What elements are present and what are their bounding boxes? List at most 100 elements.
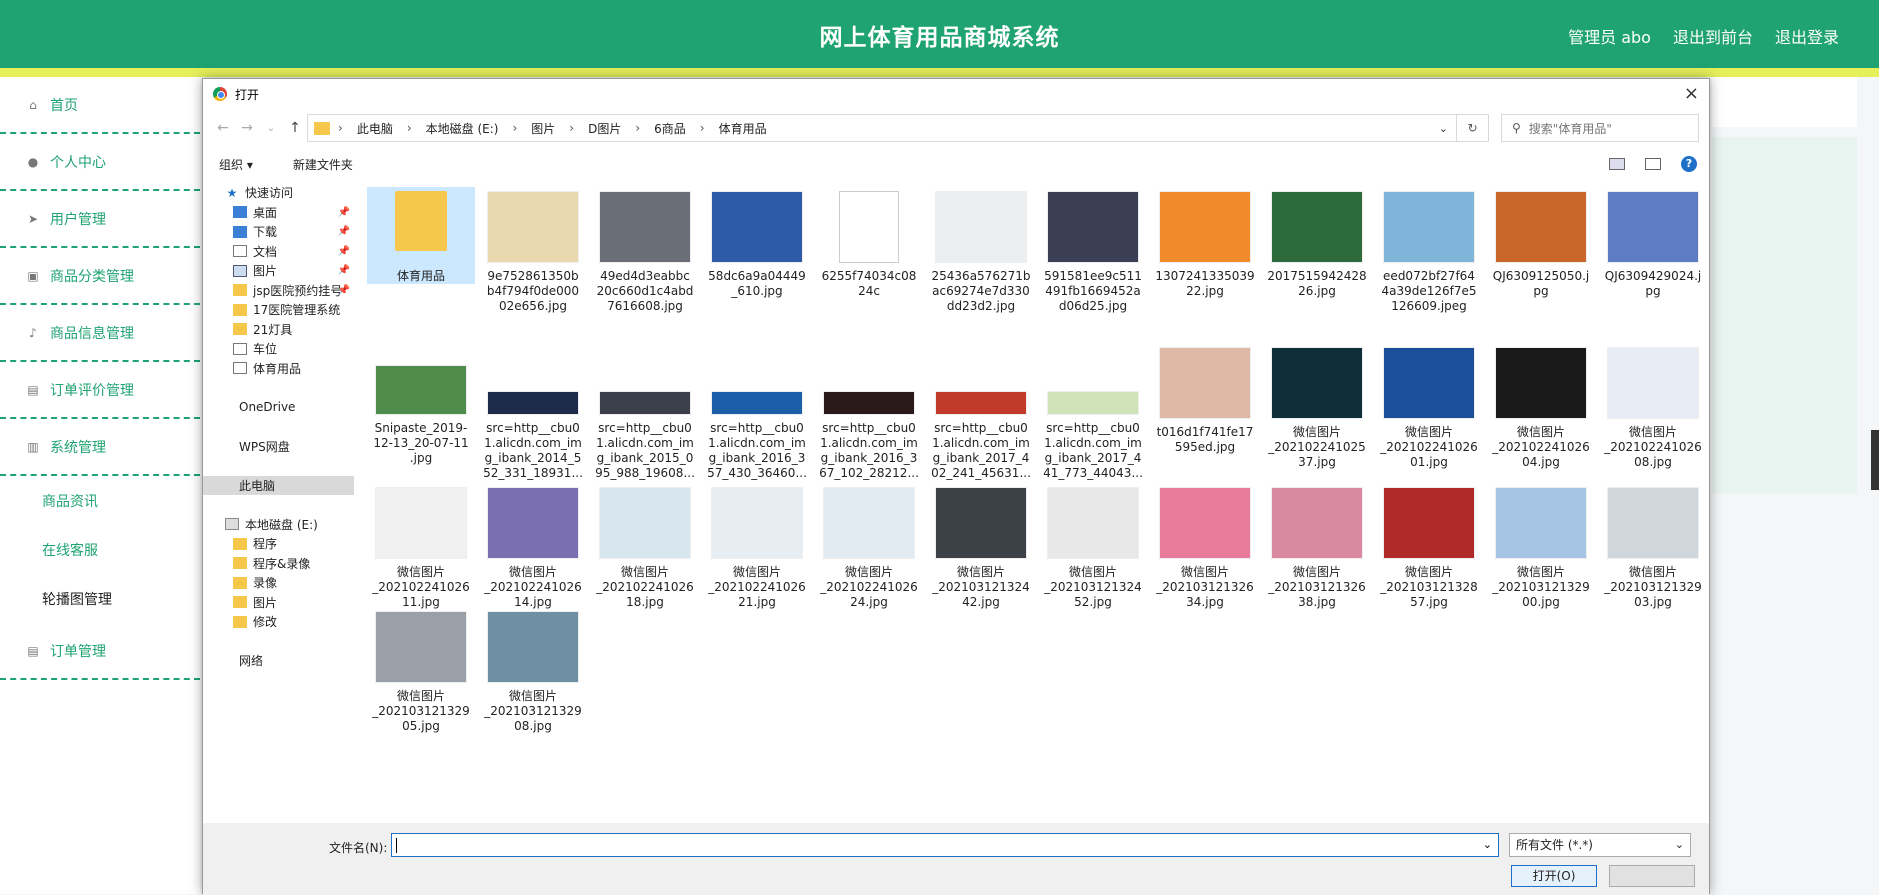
sidebar-subitem[interactable]: 轮播图管理 [0, 574, 200, 623]
help-icon[interactable]: ? [1681, 156, 1697, 172]
breadcrumb-segment[interactable]: 体育用品 [719, 120, 767, 137]
filetype-select[interactable]: 所有文件 (*.*) ⌄ [1509, 833, 1691, 857]
nav-pane-item[interactable]: 图片 [203, 593, 354, 613]
file-item[interactable]: 49ed4d3eabbc 20c660d1c4abd 7616608.jpg [591, 187, 699, 314]
file-item[interactable]: src=http__cbu0 1.alicdn.com_im g_ibank_2… [1039, 343, 1147, 481]
file-item[interactable]: 1307241335039 22.jpg [1151, 187, 1259, 299]
forward-arrow-icon[interactable]: → [235, 120, 259, 136]
file-item[interactable]: 微信图片 _202103121326 38.jpg [1263, 483, 1371, 610]
file-item[interactable]: 58dc6a9a04449 _610.jpg [703, 187, 811, 299]
file-item[interactable]: 微信图片 _202103121324 52.jpg [1039, 483, 1147, 610]
nav-pane-item[interactable]: 17医院管理系统 [203, 300, 354, 320]
nav-pane-item[interactable]: 本地磁盘 (E:) [203, 515, 354, 535]
back-to-front-link[interactable]: 退出到前台 [1673, 24, 1753, 48]
nav-pane-item[interactable]: 文档 📌 [203, 242, 354, 262]
recent-dropdown-icon[interactable]: ⌄ [259, 123, 283, 134]
nav-pane-item[interactable]: 修改 [203, 612, 354, 632]
nav-pane-item[interactable]: 录像 [203, 573, 354, 593]
sidebar-item[interactable]: ▣ 商品分类管理 [0, 248, 200, 305]
pin-icon[interactable]: 📌 [338, 246, 350, 257]
file-item[interactable]: 591581ee9c511 491fb1669452a d06d25.jpg [1039, 187, 1147, 314]
file-item[interactable]: 微信图片 _202103121329 08.jpg [479, 607, 587, 734]
close-icon[interactable]: × [1684, 83, 1699, 104]
file-item[interactable]: 微信图片 _202103121324 42.jpg [927, 483, 1035, 610]
search-input[interactable]: ⚲ 搜索"体育用品" [1501, 114, 1699, 142]
file-item[interactable]: 微信图片 _202103121329 03.jpg [1599, 483, 1707, 610]
file-item[interactable]: 微信图片 _202102241026 18.jpg [591, 483, 699, 610]
pin-icon[interactable]: 📌 [338, 285, 350, 296]
file-item[interactable]: 6255f74034c08 24c [815, 187, 923, 299]
file-item[interactable]: 2017515942428 26.jpg [1263, 187, 1371, 299]
nav-pane-item[interactable]: 桌面 📌 [203, 203, 354, 223]
nav-pane-item[interactable]: 车位 [203, 339, 354, 359]
nav-pane-item[interactable]: jsp医院预约挂号 📌 [203, 281, 354, 301]
open-button[interactable]: 打开(O) [1511, 865, 1597, 887]
nav-pane-item[interactable]: 图片 📌 [203, 261, 354, 281]
file-item[interactable]: t016d1f741fe17 595ed.jpg [1151, 343, 1259, 455]
nav-pane-item[interactable]: WPS网盘 [203, 437, 354, 457]
file-item[interactable]: src=http__cbu0 1.alicdn.com_im g_ibank_2… [815, 343, 923, 481]
file-item[interactable]: 微信图片 _202102241025 37.jpg [1263, 343, 1371, 470]
view-mode-icon[interactable] [1609, 158, 1625, 170]
file-item[interactable]: 微信图片 _202102241026 24.jpg [815, 483, 923, 610]
breadcrumb-segment[interactable]: 此电脑 [357, 120, 393, 137]
file-item[interactable]: 微信图片 _202103121326 34.jpg [1151, 483, 1259, 610]
nav-pane-item[interactable]: 网络 [203, 651, 354, 671]
filename-input[interactable]: ⌄ [391, 833, 1499, 857]
file-item[interactable]: src=http__cbu0 1.alicdn.com_im g_ibank_2… [703, 343, 811, 481]
nav-pane-item[interactable]: 程序&录像 [203, 554, 354, 574]
nav-pane-item[interactable]: 21灯具 [203, 320, 354, 340]
pin-icon[interactable]: 📌 [338, 207, 350, 218]
file-item[interactable]: src=http__cbu0 1.alicdn.com_im g_ibank_2… [591, 343, 699, 481]
breadcrumb-segment[interactable]: 本地磁盘 (E:) [426, 120, 499, 137]
sidebar-item[interactable]: ▥ 系统管理 [0, 419, 200, 476]
pin-icon[interactable]: 📌 [338, 226, 350, 237]
file-item[interactable]: QJ6309429024.j pg [1599, 187, 1707, 299]
sidebar-item[interactable]: ● 个人中心 [0, 134, 200, 191]
file-item[interactable]: src=http__cbu0 1.alicdn.com_im g_ibank_2… [927, 343, 1035, 481]
back-arrow-icon[interactable]: ← [211, 120, 235, 136]
file-item[interactable]: 微信图片 _202102241026 04.jpg [1487, 343, 1595, 470]
nav-pane-item[interactable]: 下载 📌 [203, 222, 354, 242]
sidebar-item[interactable]: ➤ 用户管理 [0, 191, 200, 248]
file-item[interactable]: 微信图片 _202103121328 57.jpg [1375, 483, 1483, 610]
file-item[interactable]: 9e752861350b b4f794f0de000 02e656.jpg [479, 187, 587, 314]
address-bar[interactable]: › 此电脑 › 本地磁盘 (E:) › 图片 › D图片 › 6商品 › 体育用品 ⌄ ↻ [307, 114, 1489, 142]
sidebar-item[interactable]: ♪ 商品信息管理 [0, 305, 200, 362]
chevron-down-icon[interactable]: ⌄ [1483, 838, 1492, 851]
nav-pane-item[interactable]: 体育用品 [203, 359, 354, 379]
chevron-down-icon[interactable]: ⌄ [1439, 122, 1448, 135]
file-item[interactable]: 微信图片 _202102241026 21.jpg [703, 483, 811, 610]
file-item[interactable]: 微信图片 _202102241026 11.jpg [367, 483, 475, 610]
new-folder-button[interactable]: 新建文件夹 [293, 156, 353, 173]
file-item[interactable]: 微信图片 _202103121329 05.jpg [367, 607, 475, 734]
up-arrow-icon[interactable]: ↑ [283, 120, 307, 136]
file-item[interactable]: eed072bf27f64 4a39de126f7e5 126609.jpeg [1375, 187, 1483, 314]
file-item[interactable]: 微信图片 _202102241026 01.jpg [1375, 343, 1483, 470]
file-item[interactable]: 微信图片 _202102241026 14.jpg [479, 483, 587, 610]
breadcrumb-segment[interactable]: 6商品 [654, 120, 686, 137]
organize-menu[interactable]: 组织 ▾ [219, 156, 253, 173]
sidebar-item[interactable]: ⌂ 首页 [0, 77, 200, 134]
sidebar-item[interactable]: ▤ 订单管理 [0, 623, 200, 680]
nav-pane-item[interactable]: 程序 [203, 534, 354, 554]
file-item[interactable]: src=http__cbu0 1.alicdn.com_im g_ibank_2… [479, 343, 587, 481]
logout-link[interactable]: 退出登录 [1775, 24, 1839, 48]
sidebar-subitem[interactable]: 商品资讯 [0, 476, 200, 525]
file-item[interactable]: Snipaste_2019- 12-13_20-07-11 .jpg [367, 343, 475, 466]
file-item[interactable]: QJ6309125050.j pg [1487, 187, 1595, 299]
nav-pane-item[interactable]: OneDrive [203, 398, 354, 418]
nav-pane-item[interactable]: ★ 快速访问 [203, 183, 354, 203]
nav-pane-item[interactable]: 此电脑 [203, 475, 354, 495]
preview-pane-icon[interactable] [1645, 158, 1661, 170]
breadcrumb-segment[interactable]: D图片 [588, 120, 621, 137]
sidebar-subitem[interactable]: 在线客服 [0, 525, 200, 574]
breadcrumb-segment[interactable]: 图片 [531, 120, 555, 137]
refresh-icon[interactable]: ↻ [1456, 115, 1488, 141]
sidebar-item[interactable]: ▤ 订单评价管理 [0, 362, 200, 419]
file-item[interactable]: 25436a576271b ac69274e7d330 dd23d2.jpg [927, 187, 1035, 314]
file-item[interactable]: 微信图片 _202102241026 08.jpg [1599, 343, 1707, 470]
pin-icon[interactable]: 📌 [338, 265, 350, 276]
page-scrollbar[interactable] [1871, 430, 1879, 490]
folder-item[interactable]: 体育用品 [367, 187, 475, 284]
